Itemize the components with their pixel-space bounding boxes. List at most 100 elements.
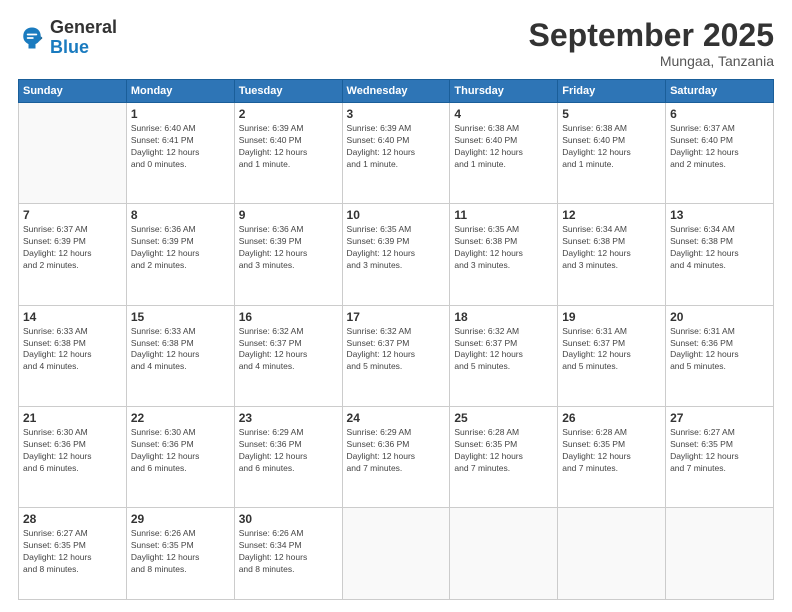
header: General Blue September 2025 Mungaa, Tanz…	[18, 18, 774, 69]
table-row: 1 Sunrise: 6:40 AM Sunset: 6:41 PM Daylig…	[126, 103, 234, 204]
title-section: September 2025 Mungaa, Tanzania	[529, 18, 774, 69]
table-row: 23 Sunrise: 6:29 AM Sunset: 6:36 PM Dayli…	[234, 406, 342, 507]
day-number: 8	[131, 208, 230, 222]
table-row: 30Sunrise: 6:26 AM Sunset: 6:34 PM Dayli…	[234, 508, 342, 600]
table-row: 26Sunrise: 6:28 AM Sunset: 6:35 PM Dayli…	[558, 406, 666, 507]
table-row: 12Sunrise: 6:34 AM Sunset: 6:38 PM Dayli…	[558, 204, 666, 305]
day-info: Sunrise: 6:38 AM Sunset: 6:40 PM Dayligh…	[562, 123, 661, 171]
day-number: 15	[131, 310, 230, 324]
calendar-table: Sunday Monday Tuesday Wednesday Thursday…	[18, 79, 774, 600]
day-info: Sunrise: 6:29 AM Sunset: 6:36 PM Dayligh…	[347, 427, 446, 475]
day-info: Sunrise: 6:40 AM Sunset: 6:41 PM Dayligh…	[131, 123, 230, 171]
day-info: Sunrise: 6:36 AM Sunset: 6:39 PM Dayligh…	[131, 224, 230, 272]
day-number: 29	[131, 512, 230, 526]
table-row: 18 Sunrise: 6:32 AM Sunset: 6:37 PM Dayli…	[450, 305, 558, 406]
day-info: Sunrise: 6:26 AM Sunset: 6:34 PM Dayligh…	[239, 528, 338, 576]
day-number: 13	[670, 208, 769, 222]
day-info: Sunrise: 6:36 AM Sunset: 6:39 PM Dayligh…	[239, 224, 338, 272]
day-info: Sunrise: 6:27 AM Sunset: 6:35 PM Dayligh…	[23, 528, 122, 576]
day-info: Sunrise: 6:33 AM Sunset: 6:38 PM Dayligh…	[131, 326, 230, 374]
table-row: 15 Sunrise: 6:33 AM Sunset: 6:38 PM Dayli…	[126, 305, 234, 406]
table-row	[450, 508, 558, 600]
table-row: 6 Sunrise: 6:37 AM Sunset: 6:40 PM Daylig…	[666, 103, 774, 204]
day-info: Sunrise: 6:28 AM Sunset: 6:35 PM Dayligh…	[562, 427, 661, 475]
table-row: 8 Sunrise: 6:36 AM Sunset: 6:39 PM Daylig…	[126, 204, 234, 305]
table-row: 22 Sunrise: 6:30 AM Sunset: 6:36 PM Dayli…	[126, 406, 234, 507]
day-number: 11	[454, 208, 553, 222]
table-row: 21 Sunrise: 6:30 AM Sunset: 6:36 PM Dayli…	[19, 406, 127, 507]
day-info: Sunrise: 6:30 AM Sunset: 6:36 PM Dayligh…	[131, 427, 230, 475]
day-number: 7	[23, 208, 122, 222]
month-title: September 2025	[529, 18, 774, 53]
col-tuesday: Tuesday	[234, 80, 342, 103]
day-number: 10	[347, 208, 446, 222]
table-row: 11Sunrise: 6:35 AM Sunset: 6:38 PM Dayli…	[450, 204, 558, 305]
table-row: 5Sunrise: 6:38 AM Sunset: 6:40 PM Daylig…	[558, 103, 666, 204]
table-row: 27Sunrise: 6:27 AM Sunset: 6:35 PM Dayli…	[666, 406, 774, 507]
day-number: 19	[562, 310, 661, 324]
table-row: 16Sunrise: 6:32 AM Sunset: 6:37 PM Dayli…	[234, 305, 342, 406]
day-info: Sunrise: 6:29 AM Sunset: 6:36 PM Dayligh…	[239, 427, 338, 475]
table-row: 20 Sunrise: 6:31 AM Sunset: 6:36 PM Dayli…	[666, 305, 774, 406]
day-number: 17	[347, 310, 446, 324]
col-thursday: Thursday	[450, 80, 558, 103]
table-row	[19, 103, 127, 204]
day-number: 1	[131, 107, 230, 121]
day-info: Sunrise: 6:31 AM Sunset: 6:37 PM Dayligh…	[562, 326, 661, 374]
day-info: Sunrise: 6:34 AM Sunset: 6:38 PM Dayligh…	[670, 224, 769, 272]
day-number: 21	[23, 411, 122, 425]
table-row: 24 Sunrise: 6:29 AM Sunset: 6:36 PM Dayli…	[342, 406, 450, 507]
location: Mungaa, Tanzania	[529, 53, 774, 69]
day-number: 27	[670, 411, 769, 425]
table-row: 9 Sunrise: 6:36 AM Sunset: 6:39 PM Daylig…	[234, 204, 342, 305]
day-number: 6	[670, 107, 769, 121]
table-row: 3 Sunrise: 6:39 AM Sunset: 6:40 PM Daylig…	[342, 103, 450, 204]
table-row: 29 Sunrise: 6:26 AM Sunset: 6:35 PM Dayli…	[126, 508, 234, 600]
day-info: Sunrise: 6:32 AM Sunset: 6:37 PM Dayligh…	[454, 326, 553, 374]
day-number: 3	[347, 107, 446, 121]
day-info: Sunrise: 6:30 AM Sunset: 6:36 PM Dayligh…	[23, 427, 122, 475]
day-number: 22	[131, 411, 230, 425]
col-monday: Monday	[126, 80, 234, 103]
col-friday: Friday	[558, 80, 666, 103]
day-info: Sunrise: 6:26 AM Sunset: 6:35 PM Dayligh…	[131, 528, 230, 576]
table-row	[558, 508, 666, 600]
day-info: Sunrise: 6:31 AM Sunset: 6:36 PM Dayligh…	[670, 326, 769, 374]
day-number: 18	[454, 310, 553, 324]
logo-icon	[18, 24, 46, 52]
day-info: Sunrise: 6:37 AM Sunset: 6:39 PM Dayligh…	[23, 224, 122, 272]
day-number: 24	[347, 411, 446, 425]
logo-general-text: General	[50, 17, 117, 37]
table-row: 14 Sunrise: 6:33 AM Sunset: 6:38 PM Dayli…	[19, 305, 127, 406]
table-row: 10 Sunrise: 6:35 AM Sunset: 6:39 PM Dayli…	[342, 204, 450, 305]
day-info: Sunrise: 6:39 AM Sunset: 6:40 PM Dayligh…	[347, 123, 446, 171]
day-number: 12	[562, 208, 661, 222]
logo-blue-text: Blue	[50, 37, 89, 57]
day-number: 25	[454, 411, 553, 425]
page: General Blue September 2025 Mungaa, Tanz…	[0, 0, 792, 612]
day-info: Sunrise: 6:37 AM Sunset: 6:40 PM Dayligh…	[670, 123, 769, 171]
day-info: Sunrise: 6:38 AM Sunset: 6:40 PM Dayligh…	[454, 123, 553, 171]
day-number: 20	[670, 310, 769, 324]
day-number: 28	[23, 512, 122, 526]
day-number: 9	[239, 208, 338, 222]
day-info: Sunrise: 6:35 AM Sunset: 6:39 PM Dayligh…	[347, 224, 446, 272]
logo-text: General Blue	[50, 18, 117, 58]
day-number: 23	[239, 411, 338, 425]
table-row: 7 Sunrise: 6:37 AM Sunset: 6:39 PM Daylig…	[19, 204, 127, 305]
table-row	[666, 508, 774, 600]
col-saturday: Saturday	[666, 80, 774, 103]
col-wednesday: Wednesday	[342, 80, 450, 103]
day-info: Sunrise: 6:33 AM Sunset: 6:38 PM Dayligh…	[23, 326, 122, 374]
day-number: 14	[23, 310, 122, 324]
day-info: Sunrise: 6:28 AM Sunset: 6:35 PM Dayligh…	[454, 427, 553, 475]
day-info: Sunrise: 6:32 AM Sunset: 6:37 PM Dayligh…	[347, 326, 446, 374]
table-row: 2 Sunrise: 6:39 AM Sunset: 6:40 PM Daylig…	[234, 103, 342, 204]
day-info: Sunrise: 6:39 AM Sunset: 6:40 PM Dayligh…	[239, 123, 338, 171]
day-number: 2	[239, 107, 338, 121]
day-number: 16	[239, 310, 338, 324]
table-row: 28 Sunrise: 6:27 AM Sunset: 6:35 PM Dayli…	[19, 508, 127, 600]
day-number: 4	[454, 107, 553, 121]
table-row	[342, 508, 450, 600]
table-row: 19 Sunrise: 6:31 AM Sunset: 6:37 PM Dayli…	[558, 305, 666, 406]
